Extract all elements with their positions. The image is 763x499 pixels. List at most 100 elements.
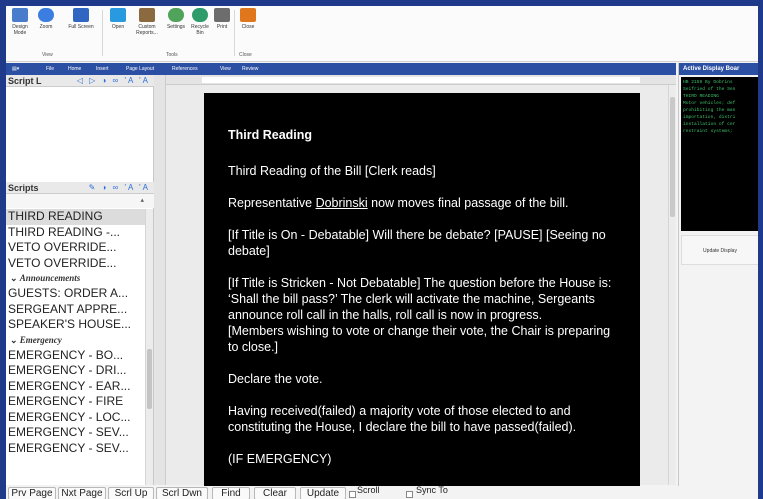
script-list-item[interactable]: EMERGENCY - DRI... bbox=[6, 363, 146, 379]
print-label: Print bbox=[216, 24, 228, 30]
close-button[interactable]: Close bbox=[236, 8, 260, 30]
custom-reports-label: Custom Reports... bbox=[136, 24, 158, 36]
doc-paragraph: [Members wishing to vote or change their… bbox=[228, 324, 611, 354]
reports-icon bbox=[139, 8, 155, 22]
script-list-item[interactable]: EMERGENCY - FIRE bbox=[6, 394, 146, 410]
display-board-line: HB 2159 By Dobrins bbox=[683, 80, 733, 85]
menu-home[interactable]: Home bbox=[68, 66, 81, 72]
script-list-item[interactable]: SPEAKER'S HOUSE... bbox=[6, 317, 146, 333]
script-list-item[interactable]: VETO OVERRIDE... bbox=[6, 256, 146, 272]
settings-button[interactable]: Settings bbox=[164, 8, 188, 30]
document-scrollbar[interactable] bbox=[668, 85, 676, 485]
scroll-up-button[interactable]: Scrl Up bbox=[108, 487, 154, 499]
zoom-label: Zoom bbox=[39, 24, 53, 30]
ribbon-group-close: Close bbox=[239, 52, 252, 58]
next-page-button[interactable]: Nxt Page bbox=[58, 487, 106, 499]
display-board-line: Motor vehicles; def bbox=[683, 101, 736, 106]
update-display-button[interactable]: Update Display bbox=[681, 235, 758, 265]
close-label: Close bbox=[241, 24, 255, 30]
recycle-bin-label: Recycle Bin bbox=[191, 24, 209, 36]
menu-references[interactable]: References bbox=[172, 66, 198, 72]
display-board-line: installation of cer bbox=[683, 122, 736, 127]
script-list-item[interactable]: EMERGENCY - BO... bbox=[6, 348, 146, 364]
ribbon-toolbar: Design Mode Zoom Full Screen Open Custom… bbox=[6, 6, 758, 62]
app-window: Design Mode Zoom Full Screen Open Custom… bbox=[6, 6, 758, 499]
script-list-item[interactable]: THIRD READING -... bbox=[6, 225, 146, 241]
document-scrollbar-thumb[interactable] bbox=[670, 97, 675, 217]
custom-reports-button[interactable]: Custom Reports... bbox=[132, 8, 162, 36]
design-mode-button[interactable]: Design Mode bbox=[8, 8, 32, 36]
full-screen-button[interactable]: Full Screen bbox=[66, 8, 96, 30]
find-button[interactable]: Find bbox=[212, 487, 250, 499]
scripts-list: THIRD READING THIRD READING -... VETO OVER… bbox=[6, 209, 146, 485]
collapse-icon[interactable]: ▴ bbox=[140, 196, 144, 204]
sync-to-checkbox[interactable] bbox=[406, 491, 413, 498]
script-list-item[interactable]: THIRD READING bbox=[6, 209, 146, 225]
display-board-line: Seifried of the Sen bbox=[683, 87, 736, 92]
expand-chevron-icon[interactable]: ⌄ bbox=[10, 273, 20, 283]
clear-button[interactable]: Clear bbox=[254, 487, 296, 499]
right-panel: Active Display Boar HB 2159 By Dobrins Se… bbox=[678, 63, 758, 499]
scroll-checkbox[interactable] bbox=[349, 491, 356, 498]
script-category[interactable]: ⌄ Announcements bbox=[6, 271, 146, 286]
app-menu-icon[interactable]: ▤▾ bbox=[12, 66, 19, 72]
design-mode-label: Design Mode bbox=[12, 24, 28, 36]
doc-paragraph: Declare the vote. bbox=[228, 372, 323, 386]
design-mode-icon bbox=[12, 8, 28, 22]
display-board-line: THIRD READING bbox=[683, 94, 719, 99]
full-screen-label: Full Screen bbox=[68, 24, 94, 30]
script-panel-header: Script L ◁ ▷ ◑ ∞ 'A 'A bbox=[6, 75, 154, 87]
open-button[interactable]: Open bbox=[106, 8, 130, 30]
prev-page-button[interactable]: Prv Page bbox=[8, 487, 56, 499]
doc-paragraph: Third Reading of the Bill [Clerk reads] bbox=[228, 164, 436, 178]
doc-title: Third Reading bbox=[228, 128, 313, 142]
scripts-scrollbar-thumb[interactable] bbox=[147, 349, 152, 409]
script-list-item[interactable]: EMERGENCY - SEV... bbox=[6, 441, 146, 457]
ribbon-separator bbox=[102, 10, 103, 56]
active-display-header: Active Display Boar bbox=[679, 63, 758, 75]
active-display-board: HB 2159 By Dobrins Seifried of the Sen THI… bbox=[681, 77, 758, 231]
script-list-item[interactable]: GUESTS: ORDER A... bbox=[6, 286, 146, 302]
menu-bar: ▤▾ File Home Insert Page Layout Referenc… bbox=[6, 63, 676, 75]
horizontal-ruler bbox=[166, 75, 676, 85]
scroll-down-button[interactable]: Scrl Dwn bbox=[156, 487, 208, 499]
script-document[interactable]: Third Reading Third Reading of the Bill … bbox=[204, 93, 640, 493]
zoom-button[interactable]: Zoom bbox=[34, 8, 58, 30]
script-toolbar-icons[interactable]: ◁ ▷ ◑ ∞ 'A 'A bbox=[77, 75, 150, 87]
script-category-label: Emergency bbox=[19, 334, 62, 345]
display-board-line: importation, distri bbox=[683, 115, 736, 120]
script-list-item[interactable]: VETO OVERRIDE... bbox=[6, 240, 146, 256]
ribbon-separator bbox=[234, 10, 235, 56]
scripts-toolbar-icons[interactable]: ✎ ◑ ∞ 'A 'A bbox=[89, 182, 150, 194]
open-label: Open bbox=[111, 24, 125, 30]
expand-chevron-icon[interactable]: ⌄ bbox=[10, 335, 20, 345]
script-list-item[interactable]: EMERGENCY - LOC... bbox=[6, 410, 146, 426]
script-list-item[interactable]: EMERGENCY - SEV... bbox=[6, 425, 146, 441]
bottom-toolbar: Prv Page Nxt Page Scrl Up Scrl Dwn Find … bbox=[6, 486, 758, 499]
script-category-label: Announcements bbox=[19, 273, 81, 283]
scripts-filter-bar: ▴ bbox=[6, 194, 154, 208]
display-board-line: prohibiting the man bbox=[683, 108, 736, 113]
left-panel: Script L ◁ ▷ ◑ ∞ 'A 'A Scripts ✎ ◑ ∞ 'A … bbox=[6, 75, 154, 485]
menu-page-layout[interactable]: Page Layout bbox=[126, 66, 154, 72]
script-panel-title: Script L bbox=[8, 76, 42, 86]
settings-label: Settings bbox=[166, 24, 186, 30]
script-list-item[interactable]: SERGEANT APPRE... bbox=[6, 302, 146, 318]
recycle-bin-button[interactable]: Recycle Bin bbox=[188, 8, 212, 36]
full-screen-icon bbox=[73, 8, 89, 22]
menu-view[interactable]: View bbox=[220, 66, 231, 72]
menu-review[interactable]: Review bbox=[242, 66, 258, 72]
sync-to-label: Sync To bbox=[416, 485, 448, 495]
zoom-icon bbox=[38, 8, 54, 22]
ribbon-group-tools: Tools bbox=[166, 52, 178, 58]
print-button[interactable]: Print bbox=[210, 8, 234, 30]
update-button[interactable]: Update bbox=[300, 487, 346, 499]
script-list-item[interactable]: EMERGENCY - EAR... bbox=[6, 379, 146, 395]
doc-paragraph: Having received(failed) a majority vote … bbox=[228, 404, 577, 434]
menu-insert[interactable]: Insert bbox=[96, 66, 109, 72]
script-category[interactable]: ⌄ Emergency bbox=[6, 333, 146, 348]
menu-file[interactable]: File bbox=[46, 66, 54, 72]
scripts-scrollbar[interactable] bbox=[145, 209, 153, 485]
representative-name: Dobrinski bbox=[315, 196, 368, 210]
close-icon bbox=[240, 8, 256, 22]
